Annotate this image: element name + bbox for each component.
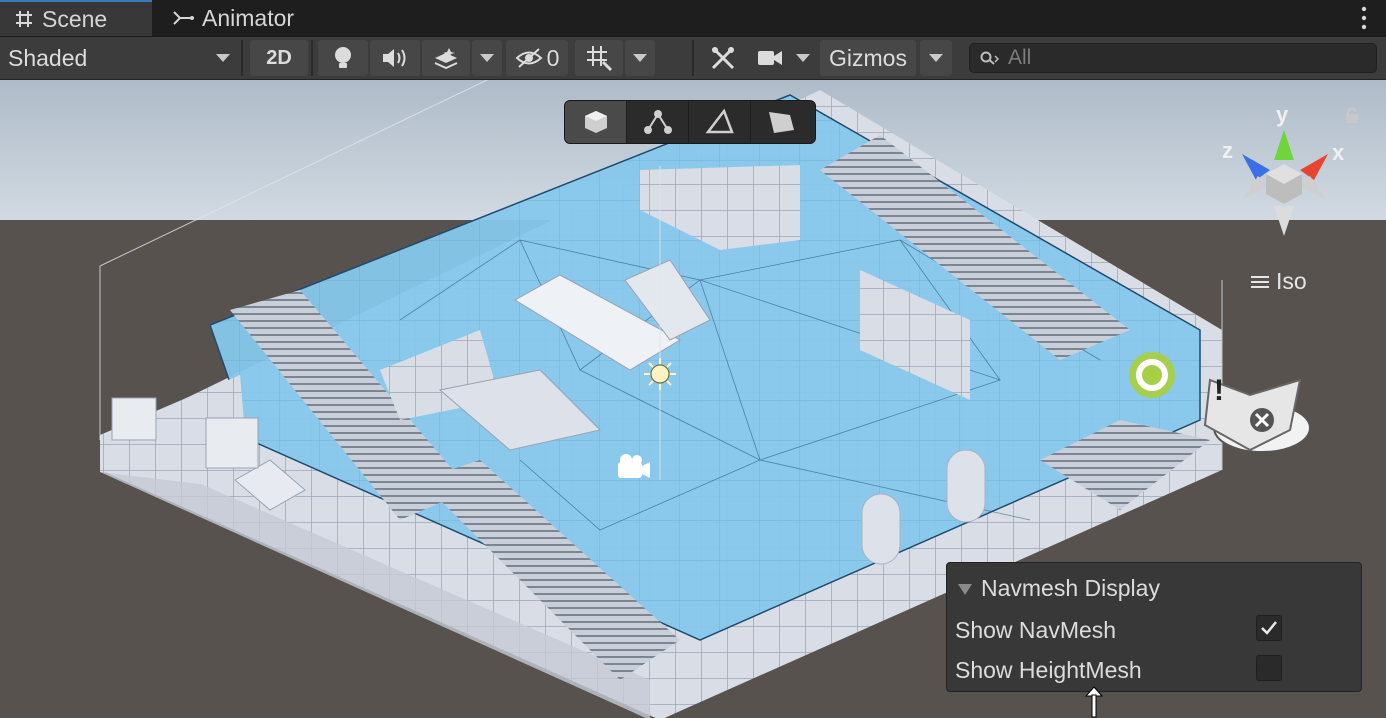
search-icon (980, 50, 1000, 66)
capsule-a (862, 494, 900, 564)
chevron-down-icon (796, 54, 810, 62)
toggle-2d-label: 2D (266, 47, 292, 70)
node-tool-button[interactable] (627, 101, 689, 143)
capsule-b (947, 450, 985, 522)
navmesh-display-title: Navmesh Display (981, 575, 1160, 602)
hash-grid-icon (14, 9, 34, 29)
show-navmesh-row: Show NavMesh (955, 615, 1295, 645)
projection-toggle[interactable]: Iso (1250, 268, 1307, 295)
show-heightmesh-row: Show HeightMesh (955, 655, 1295, 685)
resize-cursor-icon (1085, 686, 1103, 718)
projection-label: Iso (1276, 268, 1307, 295)
tools-button[interactable] (700, 40, 746, 76)
navmesh-display-panel: Navmesh Display Show NavMesh Show Height… (946, 562, 1362, 692)
hidden-count: 0 (547, 45, 560, 72)
grid-snap-icon (585, 44, 613, 72)
shading-mode-dropdown[interactable]: Shaded (0, 40, 238, 76)
show-heightmesh-checkbox[interactable] (1256, 655, 1282, 681)
gear-icon[interactable] (1129, 352, 1175, 398)
video-camera-icon (756, 48, 784, 68)
gizmos-button[interactable]: Gizmos (820, 40, 916, 76)
cube-left-b (206, 418, 258, 468)
gizmos-dropdown[interactable] (920, 40, 952, 76)
tab-animator[interactable]: Animator (158, 0, 328, 36)
face-tool-button[interactable] (751, 101, 813, 143)
gizmos-label: Gizmos (829, 45, 907, 72)
show-navmesh-label: Show NavMesh (955, 617, 1116, 644)
toggle-2d-button[interactable]: 2D (250, 40, 308, 76)
tab-scene[interactable]: Scene (0, 0, 152, 36)
layers-effects-icon (433, 46, 459, 70)
audio-toggle-button[interactable] (370, 40, 420, 76)
nodes-icon (643, 108, 673, 136)
svg-text:!: ! (1214, 374, 1224, 407)
edge-tool-button[interactable] (689, 101, 751, 143)
lock-icon[interactable] (1344, 106, 1360, 124)
chevron-down-icon (480, 54, 494, 62)
axis-z-label: z (1222, 138, 1233, 164)
show-heightmesh-label: Show HeightMesh (955, 657, 1142, 684)
triangle-edge-icon (704, 108, 736, 136)
axis-x-label: x (1332, 140, 1344, 166)
toolbar-divider (692, 40, 694, 76)
chevron-down-icon (633, 54, 647, 62)
face-icon (766, 108, 798, 136)
navmesh-display-header[interactable]: Navmesh Display (957, 575, 1160, 602)
toolbar-divider (311, 40, 313, 76)
hamburger-icon (1250, 274, 1270, 290)
chevron-down-icon (929, 54, 943, 62)
tab-scene-label: Scene (42, 6, 107, 33)
tools-wrench-icon (710, 45, 736, 71)
orientation-gizmo[interactable]: y z x (1220, 102, 1350, 242)
lightbulb-icon (332, 45, 354, 71)
camera-dropdown[interactable] (790, 40, 816, 76)
show-navmesh-checkbox[interactable] (1256, 615, 1282, 641)
toolbar-divider (241, 40, 243, 76)
chevron-down-icon (216, 54, 230, 62)
scene-visibility-button[interactable]: 0 (506, 40, 568, 76)
speaker-icon (381, 47, 409, 69)
tab-animator-label: Animator (202, 5, 294, 32)
navigation-tool-overlay (564, 100, 816, 144)
axis-y-label: y (1276, 102, 1288, 128)
triangle-down-icon (957, 582, 973, 596)
lighting-toggle-button[interactable] (318, 40, 368, 76)
grid-toggle-button[interactable] (575, 40, 623, 76)
search-input[interactable]: All (969, 43, 1377, 73)
grid-dropdown[interactable] (625, 40, 655, 76)
shading-mode-label: Shaded (8, 45, 87, 72)
tab-bar: Scene Animator (0, 0, 1386, 37)
camera-settings-button[interactable] (752, 40, 788, 76)
animator-icon (172, 8, 194, 28)
checkmark-icon (1260, 620, 1278, 636)
eye-hidden-icon (515, 47, 543, 69)
more-menu-icon[interactable] (1360, 6, 1368, 30)
cube-icon (582, 108, 610, 136)
effects-dropdown[interactable] (472, 40, 502, 76)
effects-toggle-button[interactable] (422, 40, 470, 76)
cube-tool-button[interactable] (565, 101, 627, 143)
cube-left-a (112, 398, 156, 440)
search-placeholder: All (1008, 46, 1031, 70)
